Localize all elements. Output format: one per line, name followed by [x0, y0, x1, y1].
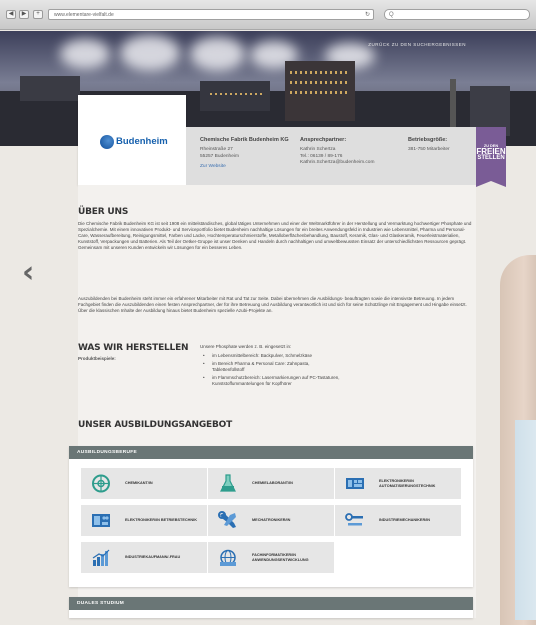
flask-icon — [220, 474, 236, 492]
tile-industriemechaniker[interactable]: INDUSTRIEMECHANIKER/IN — [335, 505, 461, 536]
dual-study-header: DUALES STUDIUM — [69, 597, 473, 610]
training-title: UNSER AUSBILDUNGSANGEBOT — [78, 420, 233, 430]
dual-study-panel[interactable]: DUALES STUDIUM — [69, 597, 473, 618]
add-tab-button[interactable]: + — [33, 10, 43, 19]
company-name: Chemische Fabrik Budenheim KG — [200, 137, 289, 143]
products-intro: Unsere Phosphate werden z. B. eingesetzt… — [200, 344, 292, 349]
previous-arrow-icon[interactable]: ‹ — [22, 255, 34, 290]
forward-button[interactable]: ▶ — [19, 10, 29, 19]
ribbon-line3: STELLEN — [477, 155, 505, 161]
product-item: im Bereich Pharma & Personal Care: Zahnp… — [200, 361, 340, 373]
back-button[interactable]: ◀ — [6, 10, 16, 19]
tile-label: CHEMIELABORANT/IN — [252, 481, 293, 486]
tile-label: FACHINFORMATIKER/IN ANWENDUNGSENTWICKLUN… — [252, 552, 309, 562]
company-info-strip: Chemische Fabrik Budenheim KG Rheinstraß… — [186, 127, 476, 185]
about-title: ÜBER UNS — [78, 207, 129, 217]
back-to-results-link[interactable]: ZURÜCK ZU DEN SUCHERGEBNISSEN — [368, 42, 466, 47]
ribbon-line1: ZU DEN — [483, 144, 499, 148]
training-grid: CHEMIKANT/IN CHEMIELABORANT/IN ELEKTRONI… — [69, 459, 473, 573]
contact-info: Ansprechpartner: Kathrin Schertza Tel.: … — [300, 137, 374, 167]
search-icon: Q — [389, 12, 394, 18]
reload-icon[interactable]: ↻ — [365, 10, 370, 20]
flask-circle-icon — [92, 474, 110, 493]
open-positions-ribbon[interactable]: ZU DEN FREIEN STELLEN — [476, 127, 506, 187]
globe-network-icon — [220, 549, 236, 566]
training-panel-header: AUSBILDUNGSBERUFE — [69, 446, 473, 459]
bar-chart-icon — [92, 549, 110, 566]
size-heading: Betriebsgröße: — [408, 137, 448, 143]
tile-fachinformatiker[interactable]: FACHINFORMATIKER/IN ANWENDUNGSENTWICKLUN… — [208, 542, 334, 573]
tile-elektroniker-betriebstechnik[interactable]: ELEKTRONIKER/IN BETRIEBSTECHNIK — [81, 505, 207, 536]
website-link[interactable]: Zur Website — [200, 164, 226, 169]
address-line2: 55257 Budenheim — [200, 153, 239, 159]
tile-chemikant[interactable]: CHEMIKANT/IN — [81, 468, 207, 499]
circuit-board-icon — [346, 478, 364, 489]
tile-label: CHEMIKANT/IN — [125, 481, 153, 486]
tile-industriekaufmann[interactable]: INDUSTRIEKAUFMANN/-FRAU — [81, 542, 207, 573]
contact-email[interactable]: Kathrin.Schertza@budenheim.com — [300, 160, 374, 166]
products-title: WAS WIR HERSTELLEN — [78, 343, 189, 353]
tile-label: INDUSTRIEKAUFMANN/-FRAU — [125, 555, 181, 560]
contact-heading: Ansprechpartner: — [300, 137, 347, 143]
browser-toolbar: ◀ ▶ + www.elementare-vielfalt.de ↻ Q — [0, 0, 536, 30]
budenheim-logo-icon — [100, 135, 114, 149]
control-panel-icon — [92, 514, 110, 527]
url-text: www.elementare-vielfalt.de — [54, 12, 114, 18]
product-item: im Lebensmittelbereich: Backpulver, Schm… — [200, 353, 340, 359]
tile-elektroniker-automatisierung[interactable]: ELEKTRONIKER/IN AUTOMATISIERUNGSTECHNIK — [335, 468, 461, 499]
person-shirt — [515, 420, 536, 620]
company-size: Betriebsgröße: 381-750 Mitarbeiter — [408, 137, 450, 154]
ribbon-line2: FREIEN — [476, 147, 506, 156]
products-sublabel: Produktbeispiele: — [78, 356, 116, 361]
tile-label: ELEKTRONIKER/IN AUTOMATISIERUNGSTECHNIK — [379, 478, 436, 488]
company-logo-card: Budenheim — [78, 95, 186, 185]
screwdriver-icon — [345, 513, 363, 526]
logo-text: Budenheim — [116, 136, 168, 147]
product-item: im Flammschutzbereich: Lasermarkierungen… — [200, 375, 340, 387]
tile-label: MECHATRONIKER/IN — [252, 518, 291, 523]
tile-label: ELEKTRONIKER/IN BETRIEBSTECHNIK — [125, 518, 197, 523]
browser-search-input[interactable]: Q — [384, 9, 530, 20]
training-panel: AUSBILDUNGSBERUFE CHEMIKANT/IN CHEMIELAB… — [69, 446, 473, 587]
company-address: Chemische Fabrik Budenheim KG Rheinstraß… — [200, 137, 289, 171]
address-bar[interactable]: www.elementare-vielfalt.de ↻ — [48, 9, 374, 20]
about-paragraph-1: Die Chemische Fabrik Budenheim KG ist se… — [78, 221, 472, 250]
products-list: Unsere Phosphate werden z. B. eingesetzt… — [200, 344, 340, 389]
size-value: 381-750 Mitarbeiter — [408, 147, 450, 153]
tile-label: INDUSTRIEMECHANIKER/IN — [379, 518, 431, 523]
wrench-icon — [218, 511, 236, 528]
tile-mechatroniker[interactable]: MECHATRONIKER/IN — [208, 505, 334, 536]
about-paragraph-2: Auszubildenden bei Budenheim steht immer… — [78, 296, 467, 313]
tile-chemielaborant[interactable]: CHEMIELABORANT/IN — [208, 468, 334, 499]
